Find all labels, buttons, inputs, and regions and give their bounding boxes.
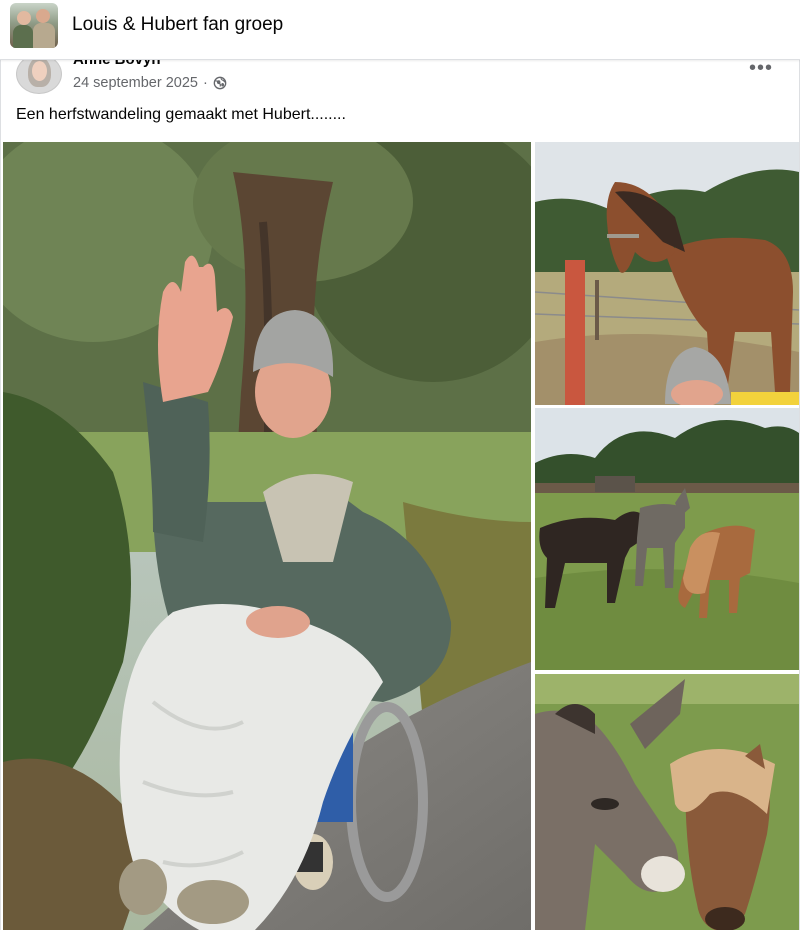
group-avatar[interactable] xyxy=(10,3,58,48)
group-header: Louis & Hubert fan groep xyxy=(0,0,800,60)
group-name[interactable]: Louis & Hubert fan groep xyxy=(72,14,283,36)
author-name[interactable]: Anne Bovyn xyxy=(73,60,161,68)
photo-donkeys-in-field[interactable] xyxy=(535,408,799,670)
meta-separator: · xyxy=(202,75,208,91)
more-options-icon[interactable]: ••• xyxy=(749,60,773,78)
globe-icon xyxy=(213,76,227,90)
photo-donkey-and-pony[interactable] xyxy=(535,674,799,930)
author-avatar[interactable] xyxy=(16,60,62,94)
post-date[interactable]: 24 september 2025 xyxy=(73,75,198,91)
post-text: Een herfstwandeling gemaakt met Hubert..… xyxy=(16,106,346,123)
photo-brown-horse[interactable] xyxy=(535,142,799,405)
post-meta: 24 september 2025 · xyxy=(73,75,227,91)
photo-man-in-wheelchair[interactable] xyxy=(3,142,531,930)
post-card: Anne Bovyn 24 september 2025 · ••• Een h… xyxy=(0,60,800,930)
